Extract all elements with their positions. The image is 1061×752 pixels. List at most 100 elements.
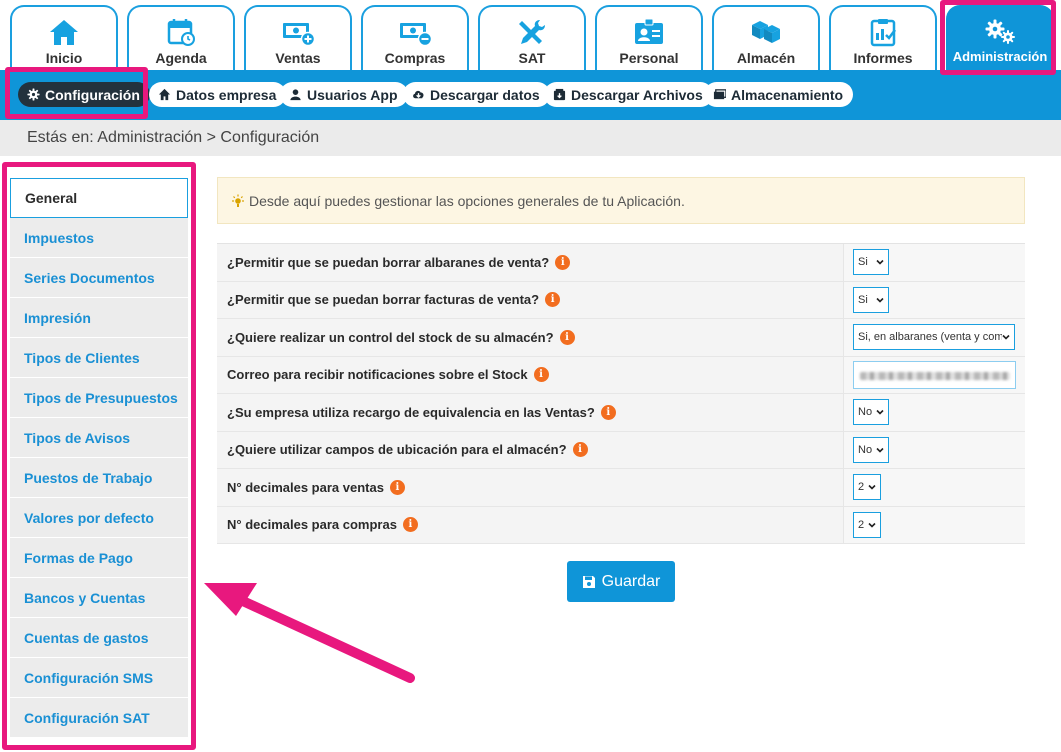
info-icon[interactable]: i — [533, 367, 549, 383]
settings-side-menu: General Impuestos Series Documentos Impr… — [10, 178, 188, 738]
settings-table: ¿Permitir que se puedan borrar albaranes… — [217, 243, 1025, 544]
menu-item-configuracion-sms[interactable]: Configuración SMS — [10, 658, 188, 698]
setting-select-decimales-compras[interactable]: 2 — [853, 511, 881, 538]
tab-label: Inicio — [45, 50, 83, 66]
info-text: Desde aquí puedes gestionar las opciones… — [249, 192, 685, 209]
folder-icon — [713, 89, 726, 100]
subtab-descargar-archivos[interactable]: Descargar Archivos — [544, 82, 713, 107]
setting-row: ¿Su empresa utiliza recargo de equivalen… — [217, 394, 1025, 432]
setting-row: ¿Permitir que se puedan borrar facturas … — [217, 281, 1025, 319]
user-icon — [290, 89, 301, 101]
subtab-configuracion[interactable]: Configuración — [18, 82, 150, 107]
setting-row: ¿Quiere utilizar campos de ubicación par… — [217, 431, 1025, 469]
menu-item-cuentas-gastos[interactable]: Cuentas de gastos — [10, 618, 188, 658]
menu-item-tipos-clientes[interactable]: Tipos de Clientes — [10, 338, 188, 378]
info-icon[interactable]: i — [572, 442, 588, 458]
menu-item-general[interactable]: General — [10, 178, 188, 218]
subtab-datos-empresa[interactable]: Datos empresa — [149, 82, 287, 107]
id-card-icon — [635, 18, 663, 44]
setting-select-control-stock[interactable]: Si, en albaranes (venta y com — [853, 324, 1015, 351]
menu-item-formas-pago[interactable]: Formas de Pago — [10, 538, 188, 578]
clipboard-chart-icon — [870, 19, 896, 47]
subtab-label: Descargar Archivos — [571, 86, 703, 103]
setting-row: Correo para recibir notificaciones sobre… — [217, 356, 1025, 394]
subtab-almacenamiento[interactable]: Almacenamiento — [704, 82, 854, 107]
tools-icon — [519, 20, 545, 44]
chevron-down-icon — [1002, 333, 1010, 342]
tab-compras[interactable]: Compras — [361, 5, 469, 70]
setting-question: ¿Permitir que se puedan borrar facturas … — [227, 292, 540, 308]
cloud-download-icon — [413, 90, 424, 99]
subtab-label: Descargar datos — [430, 86, 540, 103]
subtab-label: Configuración — [45, 86, 140, 103]
info-icon[interactable]: i — [389, 479, 405, 495]
tab-personal[interactable]: Personal — [595, 5, 703, 70]
chevron-down-icon — [876, 297, 884, 303]
tab-label: Ventas — [275, 50, 321, 66]
tab-label: Agenda — [155, 50, 207, 66]
subtab-descargar-datos[interactable]: Descargar datos — [403, 82, 550, 107]
subtab-usuarios-app[interactable]: Usuarios App — [280, 82, 408, 107]
tab-almacen[interactable]: Almacén — [712, 5, 820, 70]
menu-item-tipos-avisos[interactable]: Tipos de Avisos — [10, 418, 188, 458]
tab-ventas[interactable]: Ventas — [244, 5, 352, 70]
tab-inicio[interactable]: Inicio — [10, 5, 118, 70]
menu-item-impuestos[interactable]: Impuestos — [10, 218, 188, 258]
money-minus-icon — [400, 23, 432, 47]
setting-row: N° decimales para ventas i 2 — [217, 469, 1025, 507]
setting-row: N° decimales para compras i 2 — [217, 506, 1025, 544]
chevron-down-icon — [876, 447, 884, 453]
gear-icon — [27, 88, 40, 101]
gears-icon — [985, 19, 1015, 44]
money-plus-icon — [283, 23, 315, 47]
setting-question: N° decimales para compras — [227, 517, 397, 533]
setting-question: ¿Su empresa utiliza recargo de equivalen… — [227, 404, 595, 420]
setting-question: ¿Quiere utilizar campos de ubicación par… — [227, 442, 567, 458]
setting-select-campos-ubicacion[interactable]: No — [853, 436, 889, 463]
tab-label: SAT — [518, 50, 546, 66]
floppy-disk-icon — [582, 575, 595, 588]
tab-administracion[interactable]: Administración — [946, 5, 1054, 70]
info-icon[interactable]: i — [600, 404, 616, 420]
tab-agenda[interactable]: Agenda — [127, 5, 235, 70]
setting-select-borrar-facturas[interactable]: Si — [853, 286, 889, 313]
save-button[interactable]: Guardar — [567, 561, 675, 602]
menu-item-bancos-cuentas[interactable]: Bancos y Cuentas — [10, 578, 188, 618]
subtab-label: Datos empresa — [176, 86, 277, 103]
setting-select-recargo-equivalencia[interactable]: No — [853, 399, 889, 426]
boxes-icon — [752, 21, 780, 43]
setting-row: ¿Quiere realizar un control del stock de… — [217, 319, 1025, 357]
chevron-down-icon — [876, 410, 884, 415]
top-navigation: Inicio Agenda Ventas Compras SAT Persona… — [0, 0, 1061, 70]
menu-item-valores-defecto[interactable]: Valores por defecto — [10, 498, 188, 538]
menu-item-tipos-presupuestos[interactable]: Tipos de Presupuestos — [10, 378, 188, 418]
blurred-email-value — [860, 371, 1010, 380]
setting-select-borrar-albaranes[interactable]: Si — [853, 249, 889, 276]
info-icon[interactable]: i — [402, 517, 418, 533]
info-icon[interactable]: i — [559, 329, 575, 345]
menu-item-puestos-trabajo[interactable]: Puestos de Trabajo — [10, 458, 188, 498]
menu-item-impresion[interactable]: Impresión — [10, 298, 188, 338]
home-icon — [50, 20, 78, 45]
setting-select-decimales-ventas[interactable]: 2 — [853, 474, 881, 501]
tab-label: Administración — [952, 49, 1048, 64]
setting-question: ¿Permitir que se puedan borrar albaranes… — [227, 254, 550, 270]
lightbulb-icon — [232, 194, 244, 207]
info-icon[interactable]: i — [545, 292, 561, 308]
setting-row: ¿Permitir que se puedan borrar albaranes… — [217, 244, 1025, 282]
tab-label: Compras — [384, 50, 446, 66]
save-label: Guardar — [601, 572, 661, 590]
info-alert: Desde aquí puedes gestionar las opciones… — [217, 177, 1025, 224]
breadcrumb: Estás en: Administración > Configuración — [0, 120, 1061, 156]
tab-sat[interactable]: SAT — [478, 5, 586, 70]
stock-email-input[interactable] — [853, 360, 1016, 389]
info-icon[interactable]: i — [555, 254, 571, 270]
subtab-label: Almacenamiento — [731, 86, 844, 103]
tab-informes[interactable]: Informes — [829, 5, 937, 70]
menu-item-series-documentos[interactable]: Series Documentos — [10, 258, 188, 298]
menu-item-configuracion-sat[interactable]: Configuración SAT — [10, 698, 188, 738]
calendar-icon — [167, 19, 195, 46]
tab-label: Personal — [619, 50, 679, 66]
sub-navigation: Configuración Datos empresa Usuarios App… — [0, 70, 1061, 120]
chevron-down-icon — [868, 522, 876, 528]
